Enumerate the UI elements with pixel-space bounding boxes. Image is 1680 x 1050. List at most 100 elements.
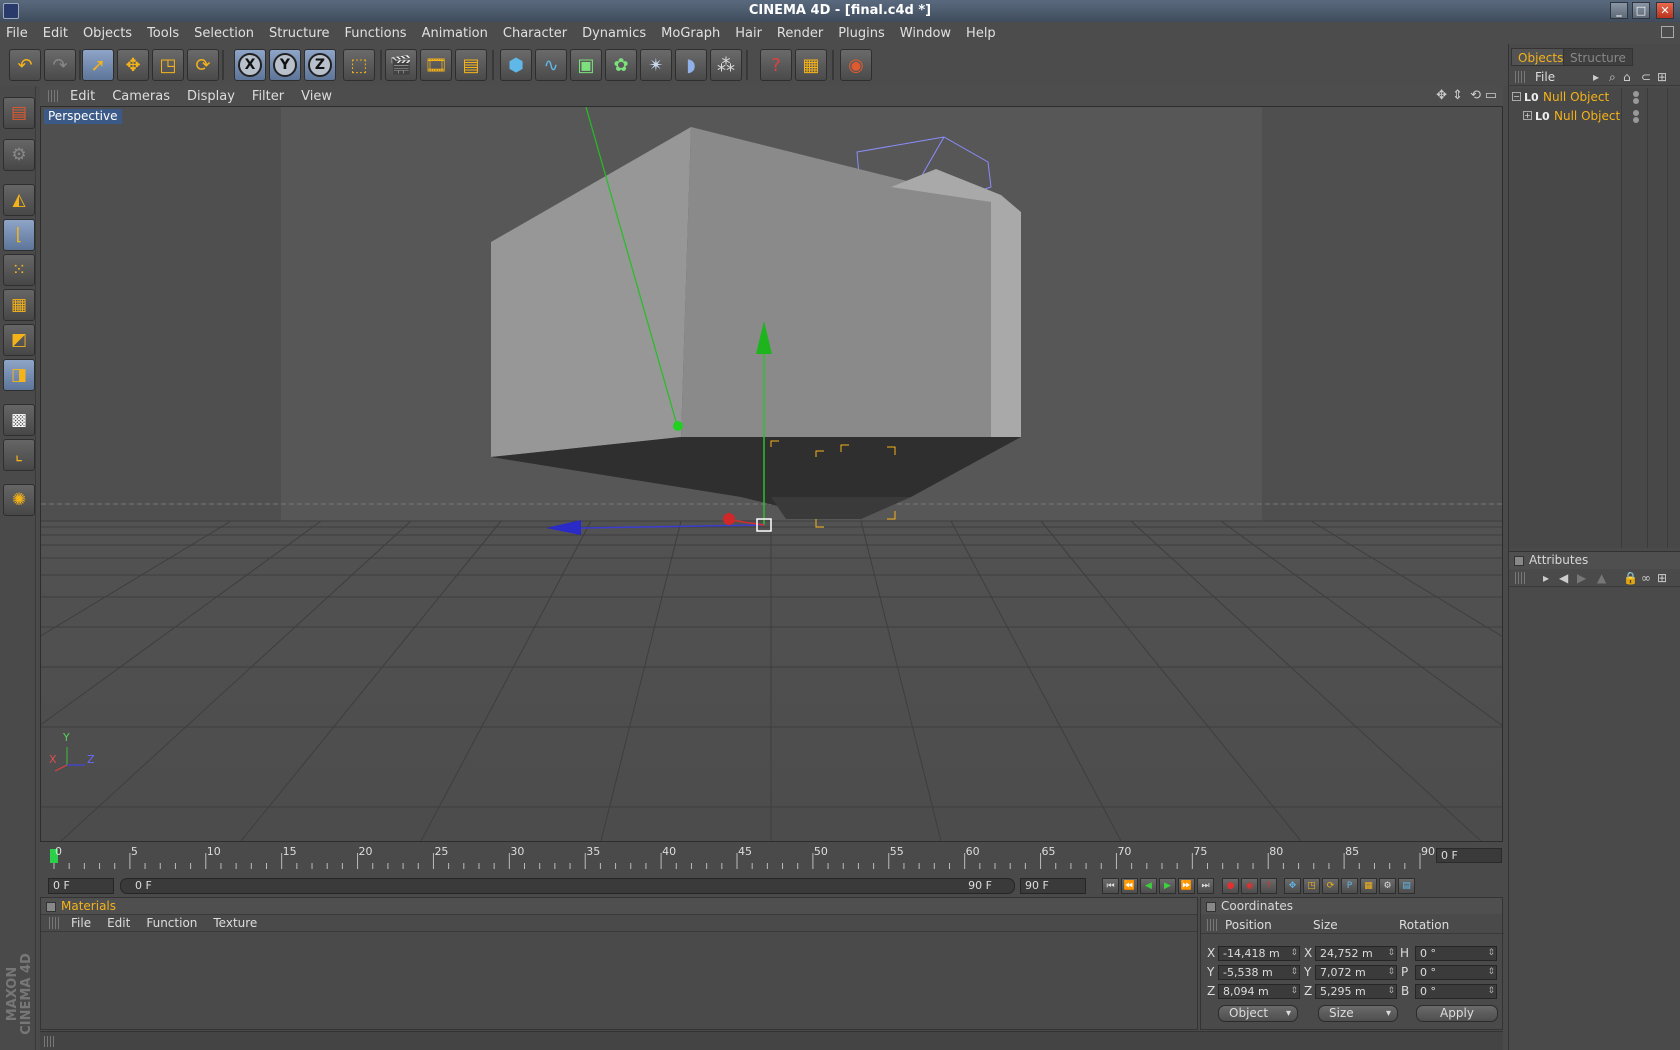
render-visibility-dot[interactable] [1633,98,1639,104]
apply-button[interactable]: Apply [1416,1005,1498,1022]
render-settings-button[interactable]: ▤ [455,49,487,81]
menu-tools[interactable]: Tools [147,26,179,41]
scene-settings-button[interactable]: ▦ [795,49,827,81]
spline-button[interactable]: ∿ [535,49,567,81]
size-y-field[interactable]: 7,072 m [1315,965,1397,980]
camera-light-button[interactable]: ⁂ [710,49,742,81]
editor-visibility-dot[interactable] [1633,110,1639,116]
menu-structure[interactable]: Structure [269,26,329,41]
cube-primitive-button[interactable]: ⬢ [500,49,532,81]
up-arrow-icon[interactable]: ▲ [1597,571,1606,585]
menu-plugins[interactable]: Plugins [838,26,885,41]
enable-axis-button[interactable]: ◨ [3,359,35,391]
autokey-button[interactable]: ◉ [1241,878,1258,894]
search-icon[interactable]: ⌕ [1609,70,1616,84]
y-axis-lock-button[interactable]: Y [269,49,301,81]
view-name-label[interactable]: Perspective [44,109,122,124]
viewport-menu-filter[interactable]: Filter [252,89,284,104]
size-mode-dropdown[interactable]: Size [1318,1005,1398,1022]
environment-button[interactable]: ◗ [675,49,707,81]
rotation-h-field[interactable]: 0 ° [1415,946,1497,961]
key-position-button[interactable]: ✥ [1284,878,1301,894]
maximize-view-icon[interactable]: ▭ [1485,88,1497,103]
position-y-field[interactable]: -5,538 m [1218,965,1300,980]
timeline-ruler[interactable]: 0 5 10 15 20 25 30 35 40 45 50 55 60 65 70 75 80 85 90 [40,843,1503,875]
position-x-field[interactable]: -14,418 m [1218,946,1300,961]
grip-handle[interactable] [44,1036,54,1047]
orbit-icon[interactable]: ⟲ [1470,88,1481,103]
size-z-field[interactable]: 5,295 m [1315,984,1397,999]
grip-handle[interactable] [1515,70,1525,83]
tree-row-null-object-child[interactable]: + L0 Null Object [1509,107,1680,126]
live-selection-button[interactable]: ➚ [82,49,114,81]
sculpt-button[interactable]: ✺ [3,484,35,516]
menu-animation[interactable]: Animation [422,26,488,41]
texture-mode-button[interactable]: ▩ [3,404,35,436]
viewport-menu-cameras[interactable]: Cameras [112,89,170,104]
menu-character[interactable]: Character [503,26,567,41]
menu-arrow-icon[interactable]: ▸ [1543,571,1549,585]
viewport-menu-view[interactable]: View [301,89,332,104]
current-frame-field[interactable]: 0 F [1436,848,1502,863]
nurbs-button[interactable]: ▣ [570,49,602,81]
bookmark-icon[interactable]: ⊂ [1641,70,1651,84]
materials-menu-file[interactable]: File [71,916,91,930]
edges-mode-button[interactable]: ▦ [3,289,35,321]
menu-hair[interactable]: Hair [735,26,762,41]
menu-help[interactable]: Help [966,26,996,41]
polygons-mode-button[interactable]: ◩ [3,324,35,356]
grip-handle[interactable] [48,90,58,102]
web-button[interactable]: ◉ [840,49,872,81]
tree-row-null-object[interactable]: − L0 Null Object [1509,88,1680,107]
collapse-toggle[interactable]: − [1512,92,1521,101]
materials-menu-function[interactable]: Function [146,916,197,930]
pan-icon[interactable]: ✥ [1436,88,1447,103]
menu-arrow-icon[interactable]: ▸ [1593,70,1599,84]
materials-menu-edit[interactable]: Edit [107,916,130,930]
position-z-field[interactable]: 8,094 m [1218,984,1300,999]
object-name[interactable]: Null Object [1543,90,1609,104]
x-axis-handle[interactable] [723,513,735,525]
menu-selection[interactable]: Selection [194,26,254,41]
x-axis-lock-button[interactable]: X [234,49,266,81]
perspective-viewport[interactable]: Perspective Y X Z [40,106,1503,842]
panel-restore-icon[interactable] [1661,26,1674,38]
object-axis-mode-button[interactable]: ⌊ [3,219,35,251]
record-button[interactable]: ● [1222,878,1239,894]
object-name[interactable]: Null Object [1554,109,1620,123]
timeline-settings-button[interactable]: ▤ [1398,878,1415,894]
menu-edit[interactable]: Edit [43,26,68,41]
render-picture-viewer-button[interactable]: 🎞 [420,49,452,81]
z-axis-lock-button[interactable]: Z [304,49,336,81]
grip-handle[interactable] [49,917,59,929]
model-mode-button[interactable]: ◭ [3,184,35,216]
size-x-field[interactable]: 24,752 m [1315,946,1397,961]
layout-button[interactable]: ▤ [3,97,35,129]
deformer-button[interactable]: ✴ [640,49,672,81]
tab-objects[interactable]: Objects [1511,48,1571,66]
key-parameter-button[interactable]: P [1341,878,1358,894]
viewport-menu-edit[interactable]: Edit [70,89,95,104]
move-button[interactable]: ✥ [117,49,149,81]
object-menu-file[interactable]: File [1535,70,1555,84]
keyframe-selection-button[interactable]: ? [1260,878,1277,894]
menu-window[interactable]: Window [900,26,951,41]
minimize-button[interactable]: _ [1610,2,1628,19]
scale-button[interactable]: ◳ [152,49,184,81]
grip-handle[interactable] [1207,918,1217,931]
prev-key-button[interactable]: ⏪ [1121,878,1138,894]
new-window-icon[interactable]: ⊞ [1657,571,1667,585]
key-scale-button[interactable]: ◳ [1303,878,1320,894]
key-pla-button[interactable]: ▦ [1360,878,1377,894]
goto-start-button[interactable]: ⏮ [1102,878,1119,894]
menu-dynamics[interactable]: Dynamics [582,26,646,41]
materials-menu-texture[interactable]: Texture [213,916,257,930]
goto-end-button[interactable]: ⏭ [1197,878,1214,894]
close-button[interactable]: ✕ [1656,2,1674,19]
undo-button[interactable]: ↶ [9,49,41,81]
forward-arrow-icon[interactable]: ▶ [1577,571,1586,585]
rotation-b-field[interactable]: 0 ° [1415,984,1497,999]
link-icon[interactable]: ∞ [1641,571,1651,585]
editor-visibility-dot[interactable] [1633,91,1639,97]
start-frame-field[interactable]: 0 F [48,878,114,894]
